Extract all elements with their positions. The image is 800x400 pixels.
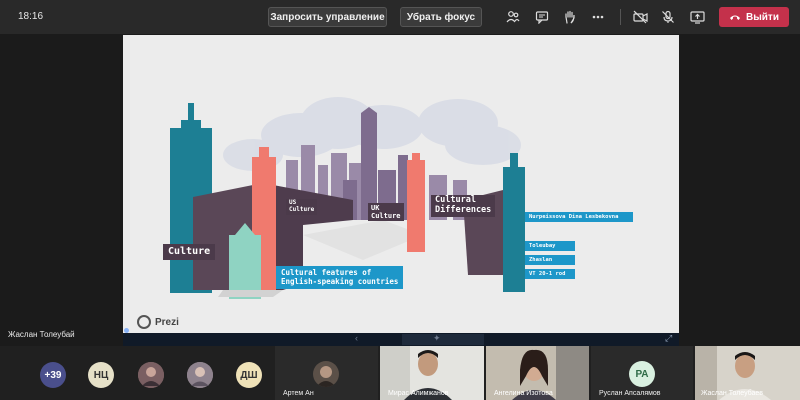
cultural-differences-label: Cultural Differences	[431, 195, 496, 217]
prezi-logo-icon	[137, 315, 151, 329]
participant-photo	[313, 361, 339, 387]
author-label: Nurpeissova Dina Lesbekovna	[525, 212, 633, 223]
participant-avatar[interactable]: НЦ	[88, 362, 114, 388]
participant-tile[interactable]: Артем Ан	[275, 346, 378, 400]
meeting-timer: 18:16	[18, 11, 44, 22]
request-control-button[interactable]: Запросить управление	[268, 7, 387, 27]
participant-name: Ангелина Изотова	[494, 390, 553, 397]
pointer-cursor-icon: ✦	[433, 333, 441, 343]
camera-off-icon[interactable]	[631, 8, 649, 26]
leave-button[interactable]: Выйти	[719, 7, 789, 27]
participants-icon[interactable]	[504, 8, 522, 26]
participant-tile[interactable]: Жаслан Толеубаев	[695, 346, 800, 400]
remove-focus-button[interactable]: Убрать фокус	[400, 7, 482, 27]
raise-hand-icon[interactable]	[561, 8, 579, 26]
prezi-brand-label: Prezi	[155, 316, 179, 328]
participant-avatar[interactable]	[187, 362, 213, 388]
meeting-toolbar: 18:16 Запросить управление Убрать фокус …	[0, 0, 800, 34]
culture-label: Culture	[163, 244, 216, 260]
participant-name: Мирас Алимжанов	[388, 390, 449, 397]
fullscreen-icon[interactable]: ⤢	[665, 333, 672, 344]
leave-label: Выйти	[746, 11, 779, 23]
more-options-icon[interactable]	[589, 8, 607, 26]
previous-slide-icon[interactable]: ‹	[355, 333, 358, 343]
prezi-brand: Prezi	[137, 315, 179, 329]
shared-slide: Culture US Culture UK Culture Cultural D…	[123, 35, 679, 333]
participant-tile[interactable]: Мирас Алимжанов	[380, 346, 484, 400]
participant-name: Артем Ан	[283, 390, 314, 397]
presentation-nav-bar: ‹ ✦ ⤢	[123, 333, 679, 346]
hang-up-icon	[730, 15, 741, 20]
name2-label: Zhaslan	[525, 255, 575, 266]
participant-name: Руслан Апсалямов	[599, 390, 661, 397]
participant-name: Жаслан Толеубаев	[701, 390, 764, 397]
presenter-indicator	[124, 328, 129, 333]
toolbar-divider	[620, 9, 621, 25]
uk-culture-label: UK Culture	[368, 203, 404, 222]
teams-meeting-window: 18:16 Запросить управление Убрать фокус …	[0, 0, 800, 400]
overflow-participants-avatar[interactable]: +39	[40, 362, 66, 388]
cultural-features-label: Cultural features of English-speaking co…	[276, 266, 404, 290]
chat-icon[interactable]	[533, 8, 551, 26]
participant-avatar[interactable]: ДШ	[236, 362, 262, 388]
microphone-off-icon[interactable]	[659, 8, 677, 26]
participant-avatar[interactable]	[138, 362, 164, 388]
group-label: VT 20-1 rod	[525, 269, 575, 280]
participant-avatar: РА	[629, 361, 655, 387]
presenter-name: Жаслан Толеубай	[8, 330, 75, 339]
participant-tile[interactable]: Ангелина Изотова	[486, 346, 589, 400]
slide-scrubber[interactable]	[402, 334, 484, 345]
name1-label: Toleubay	[525, 241, 575, 252]
us-culture-label: US Culture	[286, 199, 318, 215]
participant-strip: +39 НЦ ДШ Артем Ан Мирас Алимжанов Ангел…	[0, 346, 800, 400]
participant-tile[interactable]: РА Руслан Апсалямов	[591, 346, 693, 400]
share-screen-icon[interactable]	[688, 8, 706, 26]
